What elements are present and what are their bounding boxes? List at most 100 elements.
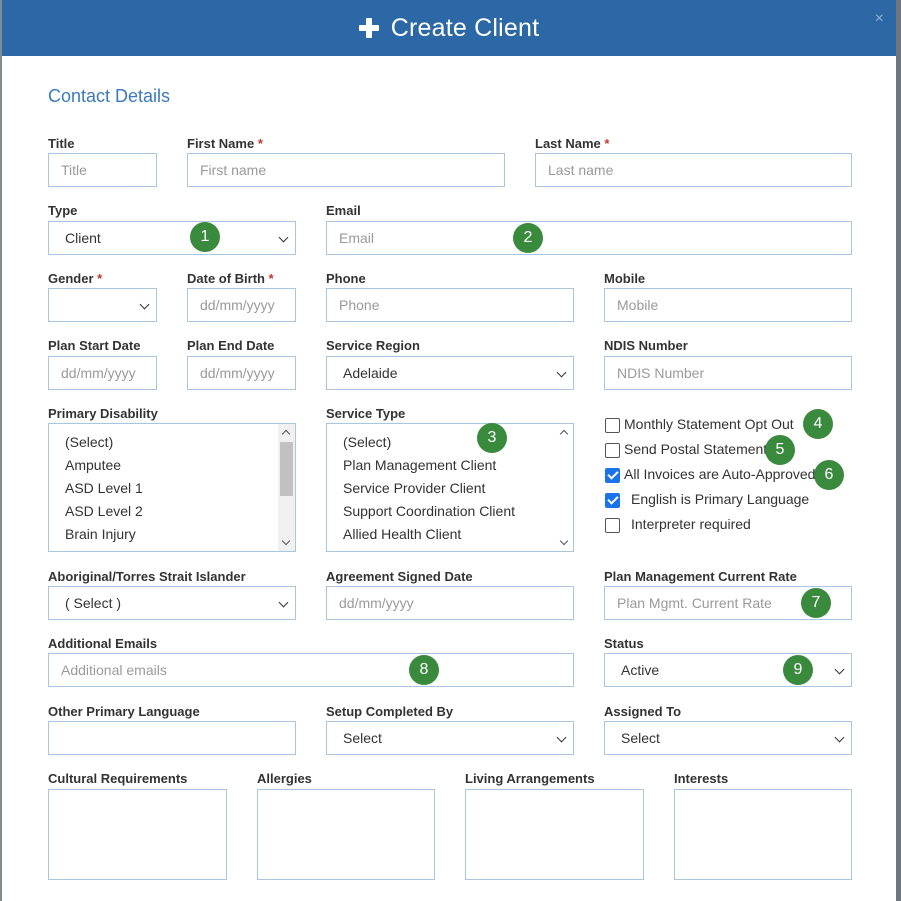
scroll-up-icon[interactable] [281,429,291,439]
list-item[interactable]: (Select) [327,431,573,454]
scroll-up-icon[interactable] [559,429,569,439]
agreement-signed-label: Agreement Signed Date [326,569,473,584]
section-title: Contact Details [48,86,171,106]
annotation-badge: 8 [409,655,439,685]
auto-approved-checkbox[interactable] [605,468,620,483]
scroll-down-icon[interactable] [281,536,291,546]
interests-label: Interests [674,771,729,786]
annotation-badge: 3 [477,423,507,453]
modal-header: Create Client × [2,0,896,56]
list-item[interactable]: Brain Injury [49,523,295,546]
other-language-input[interactable] [48,721,296,755]
list-item[interactable]: Allied Health Client [327,523,573,546]
list-item[interactable]: (Select) [49,431,295,454]
plan-end-label: Plan End Date [187,338,275,353]
scrollbar-thumb[interactable] [280,442,293,496]
primary-disability-listbox[interactable]: (Select) Amputee ASD Level 1 ASD Level 2… [48,423,296,552]
email-input[interactable]: Email [326,221,852,255]
close-button[interactable]: × [875,10,884,28]
chevron-down-icon [556,732,567,743]
additional-emails-label: Additional Emails [48,636,158,651]
monthly-statement-label: Monthly Statement Opt Out [624,416,794,432]
mobile-input[interactable]: Mobile [604,288,852,322]
mobile-label: Mobile [604,271,646,286]
assigned-to-select[interactable]: Select [604,721,852,755]
service-region-label: Service Region [326,338,420,353]
gender-select[interactable] [48,288,157,322]
annotation-badge: 7 [801,588,831,618]
aboriginal-select[interactable]: ( Select ) [48,586,296,620]
scroll-down-icon[interactable] [559,536,569,546]
setup-completed-label: Setup Completed By [326,704,454,719]
scrollbar[interactable] [556,424,573,551]
required-marker: * [97,271,103,286]
ndis-number-input[interactable]: NDIS Number [604,356,852,390]
list-item[interactable]: ASD Level 2 [49,500,295,523]
list-item[interactable]: Service Provider Client [327,477,573,500]
annotation-badge: 4 [803,409,833,439]
type-select-value: Client [65,230,101,246]
setup-completed-value: Select [343,730,382,746]
type-select[interactable]: Client [48,221,296,255]
english-primary-checkbox[interactable] [605,493,620,508]
plan-start-label: Plan Start Date [48,338,141,353]
last-name-input[interactable]: Last name [535,153,852,187]
phone-label: Phone [326,271,366,286]
status-label: Status [604,636,644,651]
english-primary-label: English is Primary Language [631,491,810,507]
chevron-down-icon [834,664,845,675]
interpreter-label: Interpreter required [631,516,751,532]
primary-disability-label: Primary Disability [48,406,158,421]
service-type-listbox[interactable]: (Select) Plan Management Client Service … [326,423,574,552]
cultural-textarea[interactable] [48,789,227,880]
agreement-signed-input[interactable]: dd/mm/yyyy [326,586,574,620]
dob-input[interactable]: dd/mm/yyyy [187,288,296,322]
annotation-badge: 5 [765,435,795,465]
postal-statement-checkbox[interactable] [605,443,620,458]
service-region-value: Adelaide [343,365,398,381]
dob-label: Date of Birth * [187,271,274,286]
additional-emails-input[interactable]: Additional emails [48,653,574,687]
list-item[interactable]: Plan Management Client [327,454,573,477]
chevron-down-icon [556,367,567,378]
cultural-label: Cultural Requirements [48,771,188,786]
interests-textarea[interactable] [674,789,852,880]
first-name-input[interactable]: First name [187,153,505,187]
list-item[interactable]: Amputee [49,454,295,477]
interpreter-checkbox[interactable] [605,518,620,533]
setup-completed-select[interactable]: Select [326,721,574,755]
annotation-badge: 1 [190,222,220,252]
aboriginal-value: ( Select ) [65,595,122,611]
chevron-down-icon [278,232,289,243]
create-client-modal: Create Client × Contact Details Title Ti… [2,0,896,901]
auto-approved-label: All Invoices are Auto-Approved [624,466,816,482]
allergies-textarea[interactable] [257,789,435,880]
title-label: Title [48,136,75,151]
list-item[interactable]: ASD Level 1 [49,477,295,500]
type-label: Type [48,203,78,218]
modal-title: Create Client [390,13,540,42]
list-item[interactable]: Support Coordination Client [327,500,573,523]
annotation-badge: 9 [783,655,813,685]
status-value: Active [621,662,660,678]
service-type-label: Service Type [326,406,406,421]
title-input[interactable]: Title [48,153,157,187]
ndis-number-label: NDIS Number [604,338,688,353]
status-select[interactable]: Active [604,653,852,687]
plus-icon [358,18,379,38]
aboriginal-label: Aboriginal/Torres Strait Islander [48,569,246,584]
postal-statement-label: Send Postal Statement [624,441,768,457]
chevron-down-icon [834,732,845,743]
plan-end-input[interactable]: dd/mm/yyyy [187,356,296,390]
email-label: Email [326,203,361,218]
plan-start-input[interactable]: dd/mm/yyyy [48,356,157,390]
scrollbar[interactable] [278,424,295,551]
assigned-to-label: Assigned To [604,704,682,719]
first-name-label: First Name * [187,136,263,151]
service-region-select[interactable]: Adelaide [326,356,574,390]
monthly-statement-checkbox[interactable] [605,418,620,433]
allergies-label: Allergies [257,771,312,786]
living-textarea[interactable] [465,789,644,880]
phone-input[interactable]: Phone [326,288,574,322]
other-language-label: Other Primary Language [48,704,200,719]
